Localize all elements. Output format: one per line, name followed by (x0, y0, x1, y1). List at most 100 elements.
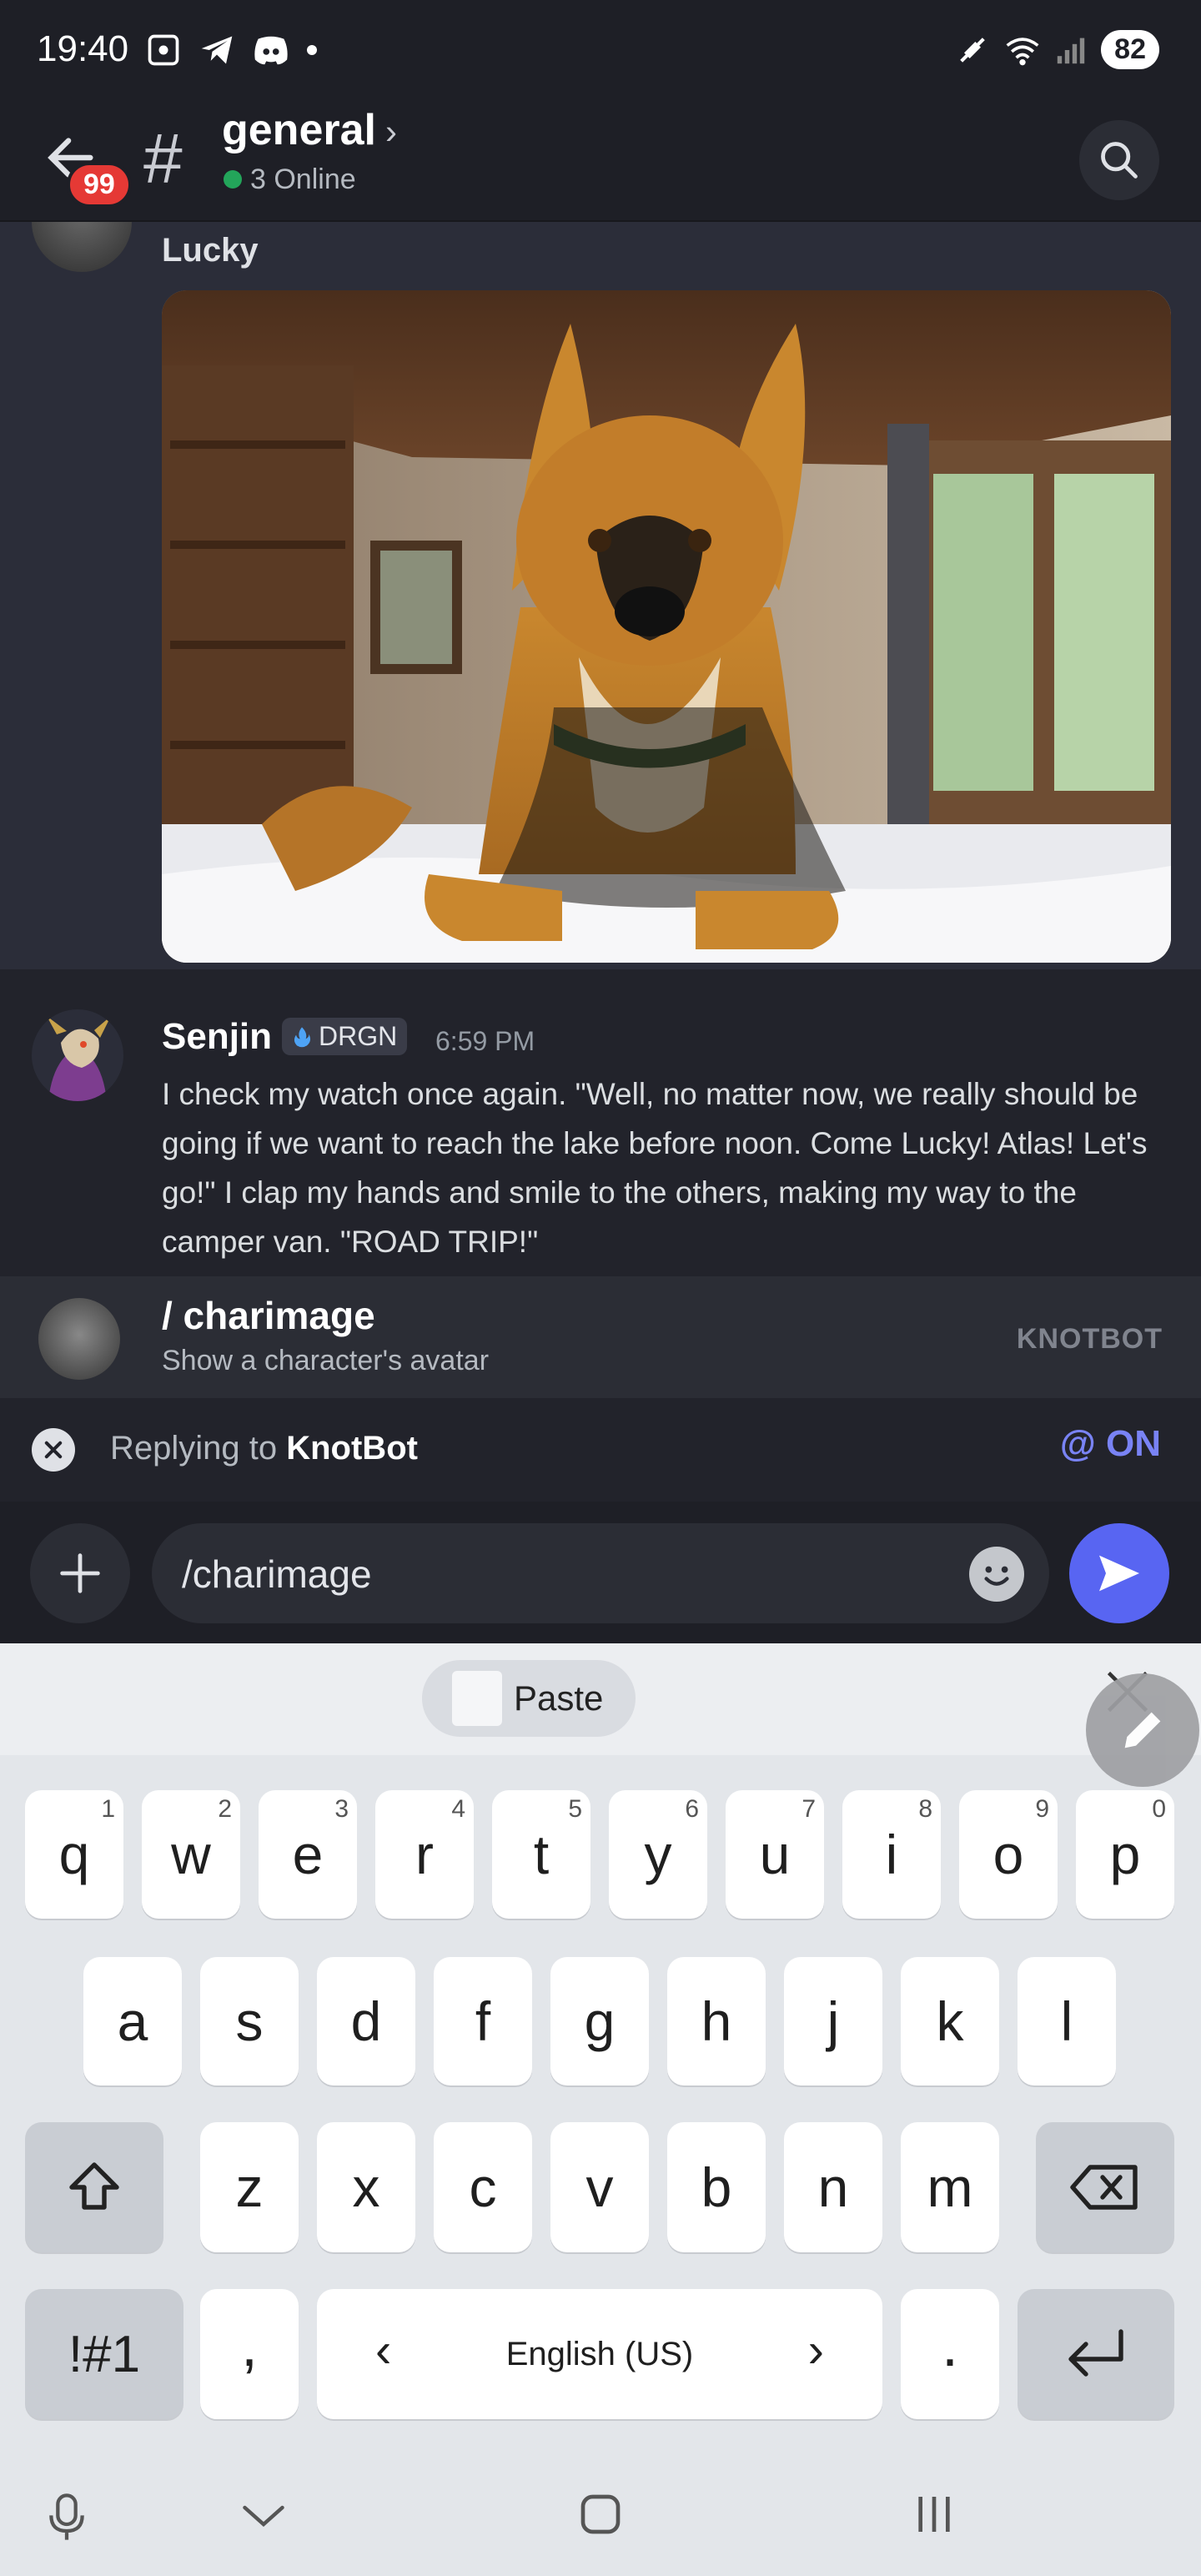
message-list[interactable]: Lucky Senjin DRGN 6:59 PM I check my wat… (0, 222, 1201, 1276)
command-name: / charimage (162, 1294, 375, 1337)
status-time: 19:40 (37, 28, 129, 69)
send-icon (1099, 1555, 1139, 1592)
add-attachment-button[interactable] (30, 1523, 130, 1623)
guild-tag-label: DRGN (319, 1021, 398, 1051)
shift-key[interactable] (25, 2122, 163, 2252)
emoji-button[interactable] (969, 1547, 1024, 1602)
key-c[interactable]: c (434, 2122, 532, 2252)
message-input[interactable]: /charimage (152, 1523, 1049, 1623)
keyboard-toolbar: Paste (0, 1643, 1201, 1755)
key-j[interactable]: j (784, 1957, 882, 2085)
channel-name[interactable]: general (222, 105, 376, 155)
space-language-label: English (US) (505, 2335, 694, 2372)
pencil-icon (1124, 1712, 1161, 1748)
key-m[interactable]: m (901, 2122, 999, 2252)
key-z[interactable]: z (200, 2122, 299, 2252)
message-input-value[interactable]: /charimage (182, 1552, 372, 1597)
command-suggestion[interactable]: / charimage Show a character's avatar KN… (0, 1276, 1201, 1398)
key-v[interactable]: v (550, 2122, 649, 2252)
online-count: 3 Online (250, 164, 356, 195)
reply-prefix: Replying to (110, 1430, 287, 1467)
period-key[interactable]: . (901, 2289, 999, 2419)
telegram-icon (201, 36, 233, 64)
message-author[interactable]: Lucky (162, 232, 259, 269)
backspace-icon (1070, 2165, 1138, 2210)
key-b[interactable]: b (667, 2122, 766, 2252)
paste-label: Paste (514, 1678, 604, 1718)
status-bar: 19:40 82 (0, 0, 1201, 100)
key-e[interactable]: 3e (259, 1790, 357, 1919)
plus-icon (60, 1553, 100, 1593)
mute-icon (960, 37, 985, 63)
key-w[interactable]: 2w (142, 1790, 240, 1919)
chevron-right-icon[interactable]: › (385, 112, 397, 152)
edit-floating-button[interactable] (1086, 1673, 1199, 1787)
screenshot-icon (148, 34, 179, 66)
chevron-left-icon: ‹ (375, 2323, 392, 2377)
avatar[interactable] (32, 222, 132, 272)
send-button[interactable] (1069, 1523, 1169, 1623)
home-icon[interactable] (577, 2491, 624, 2538)
enter-key[interactable] (1018, 2289, 1174, 2419)
reply-bar: Replying to KnotBot @ ON (0, 1398, 1201, 1502)
chevron-right-icon: › (807, 2323, 824, 2377)
key-n[interactable]: n (784, 2122, 882, 2252)
bot-name: KNOTBOT (1016, 1323, 1163, 1355)
message-lucky[interactable]: Lucky (0, 222, 1201, 969)
discord-icon (254, 36, 288, 65)
bot-avatar (38, 1298, 120, 1380)
key-t[interactable]: 5t (492, 1790, 590, 1919)
guild-tag[interactable]: DRGN (282, 1018, 408, 1055)
attached-dog-image[interactable] (162, 290, 1171, 963)
message-timestamp: 6:59 PM (435, 1026, 535, 1056)
cancel-reply-button[interactable] (32, 1428, 75, 1472)
reply-user: KnotBot (286, 1430, 418, 1467)
mention-toggle[interactable]: @ ON (1060, 1423, 1161, 1465)
key-p[interactable]: 0p (1076, 1790, 1174, 1919)
signal-icon (1057, 38, 1085, 63)
clipboard-thumbnail (452, 1671, 502, 1726)
hide-keyboard-icon[interactable] (239, 2499, 289, 2533)
smiley-icon (984, 1566, 1009, 1586)
message-text: I check my watch once again. "Well, no m… (162, 1077, 1148, 1259)
key-a[interactable]: a (83, 1957, 182, 2085)
navigation-bar (0, 2453, 1201, 2576)
backspace-key[interactable] (1036, 2122, 1174, 2252)
on-screen-keyboard: Paste 1q 2w 3e 4r 5t 6y 7u 8i 9o 0p a s … (0, 1643, 1201, 2576)
channel-header: 99 # general › 3 Online (0, 100, 1201, 222)
space-key[interactable]: ‹ English (US) › (317, 2289, 882, 2419)
close-icon (44, 1441, 63, 1459)
key-i[interactable]: 8i (842, 1790, 941, 1919)
message-author[interactable]: Senjin (162, 1016, 272, 1058)
key-x[interactable]: x (317, 2122, 415, 2252)
message-composer: /charimage (0, 1502, 1201, 1643)
paste-button[interactable]: Paste (422, 1660, 636, 1737)
search-button[interactable] (1079, 120, 1159, 200)
key-h[interactable]: h (667, 1957, 766, 2085)
key-o[interactable]: 9o (959, 1790, 1058, 1919)
hash-icon: # (143, 119, 183, 198)
message-senjin[interactable]: Senjin DRGN 6:59 PM I check my watch onc… (0, 969, 1201, 1276)
key-f[interactable]: f (434, 1957, 532, 2085)
key-u[interactable]: 7u (726, 1790, 824, 1919)
key-y[interactable]: 6y (609, 1790, 707, 1919)
key-s[interactable]: s (200, 1957, 299, 2085)
key-g[interactable]: g (550, 1957, 649, 2085)
enter-icon (1068, 2329, 1123, 2377)
shift-icon (69, 2162, 119, 2210)
key-k[interactable]: k (901, 1957, 999, 2085)
dot-icon (307, 45, 317, 55)
avatar[interactable] (32, 1009, 123, 1101)
key-r[interactable]: 4r (375, 1790, 474, 1919)
key-l[interactable]: l (1018, 1957, 1116, 2085)
wifi-icon (1006, 37, 1039, 65)
symbols-key[interactable]: !#1 (25, 2289, 183, 2419)
comma-key[interactable]: , (200, 2289, 299, 2419)
key-q[interactable]: 1q (25, 1790, 123, 1919)
command-description: Show a character's avatar (162, 1345, 490, 1376)
microphone-icon[interactable] (43, 2491, 90, 2544)
key-d[interactable]: d (317, 1957, 415, 2085)
unread-badge: 99 (67, 162, 132, 208)
recent-apps-icon[interactable] (911, 2491, 957, 2538)
reply-label: Replying to KnotBot (110, 1430, 418, 1467)
